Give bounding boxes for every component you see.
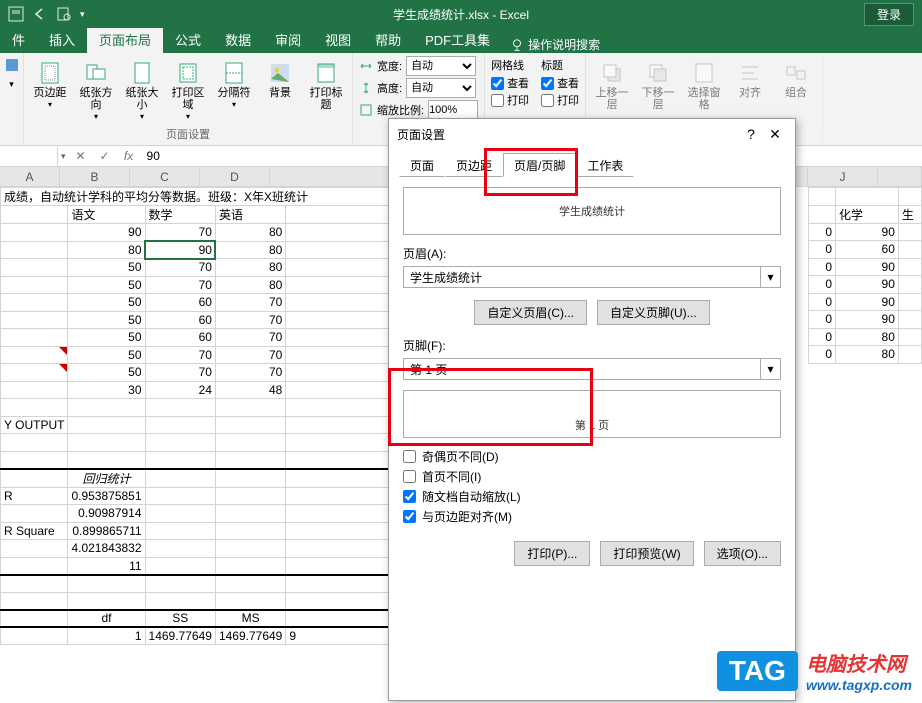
send-backward-button: 下移一层 — [636, 59, 680, 113]
headings-heading: 标题 — [541, 57, 579, 73]
group-page-setup: 页边距▾ 纸张方向▾ 纸张大小▾ 打印区域▾ 分隔符▾ 背景 打印标题 页面设置 — [24, 53, 353, 145]
height-select[interactable]: 自动 — [406, 78, 476, 98]
height-label: 高度: — [377, 80, 402, 96]
col-header-J[interactable]: J — [808, 167, 878, 186]
footer-dropdown-icon[interactable]: ▾ — [761, 358, 781, 380]
custom-header-button[interactable]: 自定义页眉(C)... — [474, 300, 587, 325]
bring-forward-button: 上移一层 — [590, 59, 634, 113]
tab-file-partial[interactable]: 件 — [0, 26, 37, 53]
tab-formulas[interactable]: 公式 — [163, 26, 213, 53]
width-icon — [359, 59, 373, 73]
namebox-dropdown-icon[interactable]: ▾ — [58, 151, 69, 162]
tab-help[interactable]: 帮助 — [363, 26, 413, 53]
tab-view[interactable]: 视图 — [313, 26, 363, 53]
fx-icon[interactable]: fx — [117, 146, 141, 166]
selection-pane-button: 选择窗格 — [682, 59, 726, 113]
gridlines-view-check[interactable]: 查看 — [491, 75, 529, 91]
print-area-button[interactable]: 打印区域▾ — [166, 59, 210, 124]
cells-right[interactable]: 化学生 090 060 090 090 090 090 080 080 — [808, 187, 922, 364]
print-titles-button[interactable]: 打印标题 — [304, 59, 348, 113]
gridlines-print-check[interactable]: 打印 — [491, 92, 529, 108]
height-icon — [359, 81, 373, 95]
tab-pdf[interactable]: PDF工具集 — [413, 26, 502, 53]
headings-print-check[interactable]: 打印 — [541, 92, 579, 108]
group-label-page-setup: 页面设置 — [28, 124, 348, 144]
scale-label: 缩放比例: — [377, 102, 424, 118]
themes-icon[interactable] — [4, 57, 20, 73]
col-header-A[interactable]: A — [0, 167, 60, 186]
size-button[interactable]: 纸张大小▾ — [120, 59, 164, 124]
quick-access-toolbar: ▾ — [0, 6, 93, 22]
tab-data[interactable]: 数据 — [213, 26, 263, 53]
first-different-check[interactable]: 首页不同(I) — [403, 468, 781, 485]
watermark-line1: 电脑技术网 — [806, 648, 912, 677]
undo-icon[interactable] — [32, 6, 48, 22]
themes-partial: ▾ — [0, 53, 24, 145]
header-preview: 学生成绩统计 — [403, 187, 781, 235]
window-title: 学生成绩统计.xlsx - Excel — [393, 6, 529, 23]
login-button[interactable]: 登录 — [864, 3, 914, 26]
align-margins-check[interactable]: 与页边距对齐(M) — [403, 508, 781, 525]
dialog-help-button[interactable]: ? — [739, 126, 763, 142]
dialog-title-text: 页面设置 — [397, 126, 445, 143]
watermark-line2: www.tagxp.com — [806, 677, 912, 693]
preview-icon[interactable] — [56, 6, 72, 22]
col-header-B[interactable]: B — [60, 167, 130, 186]
gridlines-heading: 网格线 — [491, 57, 529, 73]
header-dropdown-icon[interactable]: ▾ — [761, 266, 781, 288]
background-button[interactable]: 背景 — [258, 59, 302, 101]
footer-label: 页脚(F): — [403, 337, 781, 354]
name-box[interactable] — [0, 146, 58, 166]
dlg-tab-page[interactable]: 页面 — [399, 153, 445, 177]
header-label: 页眉(A): — [403, 245, 781, 262]
cancel-icon[interactable]: ✕ — [69, 146, 93, 166]
tab-insert[interactable]: 插入 — [37, 26, 87, 53]
headings-view-check[interactable]: 查看 — [541, 75, 579, 91]
dialog-body: 学生成绩统计 页眉(A): ▾ 自定义页眉(C)... 自定义页脚(U)... … — [389, 177, 795, 700]
dlg-tab-margins[interactable]: 页边距 — [445, 153, 503, 177]
dlg-tab-sheet[interactable]: 工作表 — [576, 153, 634, 177]
width-label: 宽度: — [377, 58, 402, 74]
print-button[interactable]: 打印(P)... — [514, 541, 590, 566]
scale-input[interactable] — [428, 100, 478, 120]
width-select[interactable]: 自动 — [406, 56, 476, 76]
footer-combo[interactable]: ▾ — [403, 358, 781, 380]
dialog-close-button[interactable]: ✕ — [763, 126, 787, 143]
options-button[interactable]: 选项(O)... — [704, 541, 781, 566]
breaks-button[interactable]: 分隔符▾ — [212, 59, 256, 112]
odd-even-check[interactable]: 奇偶页不同(D) — [403, 448, 781, 465]
title-bar: ▾ 学生成绩统计.xlsx - Excel 登录 — [0, 0, 922, 28]
watermark-tag: TAG — [717, 651, 798, 691]
scale-icon — [359, 103, 373, 117]
header-combo[interactable]: ▾ — [403, 266, 781, 288]
custom-footer-button[interactable]: 自定义页脚(U)... — [597, 300, 710, 325]
title-cell[interactable]: 成绩，自动统计学科的平均分等数据。班级：X年X班统计 — [1, 188, 404, 206]
dialog-tabs: 页面 页边距 页眉/页脚 工作表 — [389, 153, 795, 177]
enter-icon[interactable]: ✓ — [93, 146, 117, 166]
footer-input[interactable] — [403, 358, 761, 380]
cells-left[interactable]: 成绩，自动统计学科的平均分等数据。班级：X年X班统计 语文数学英语 907080… — [0, 187, 404, 645]
header-input[interactable] — [403, 266, 761, 288]
footer-preview: 第 1 页 — [403, 390, 781, 438]
page-setup-dialog: 页面设置 ? ✕ 页面 页边距 页眉/页脚 工作表 学生成绩统计 页眉(A): … — [388, 118, 796, 701]
tab-page-layout[interactable]: 页面布局 — [87, 26, 163, 53]
col-header-C[interactable]: C — [130, 167, 200, 186]
autosave-icon[interactable] — [8, 6, 24, 22]
group-button: 组合 — [774, 59, 818, 101]
qat-dropdown-icon[interactable]: ▾ — [80, 9, 85, 20]
tab-review[interactable]: 审阅 — [263, 26, 313, 53]
margins-button[interactable]: 页边距▾ — [28, 59, 72, 112]
tell-me[interactable]: 操作说明搜索 — [502, 36, 608, 53]
dialog-titlebar: 页面设置 ? ✕ — [389, 119, 795, 149]
orientation-button[interactable]: 纸张方向▾ — [74, 59, 118, 124]
dlg-tab-header-footer[interactable]: 页眉/页脚 — [503, 153, 576, 177]
col-header-D[interactable]: D — [200, 167, 270, 186]
watermark: TAG 电脑技术网 www.tagxp.com — [717, 648, 912, 693]
align-button: 对齐 — [728, 59, 772, 101]
active-cell: 90 — [145, 241, 215, 259]
scale-with-doc-check[interactable]: 随文档自动缩放(L) — [403, 488, 781, 505]
ribbon-tabs: 件 插入 页面布局 公式 数据 审阅 视图 帮助 PDF工具集 操作说明搜索 — [0, 28, 922, 53]
print-preview-button[interactable]: 打印预览(W) — [600, 541, 693, 566]
